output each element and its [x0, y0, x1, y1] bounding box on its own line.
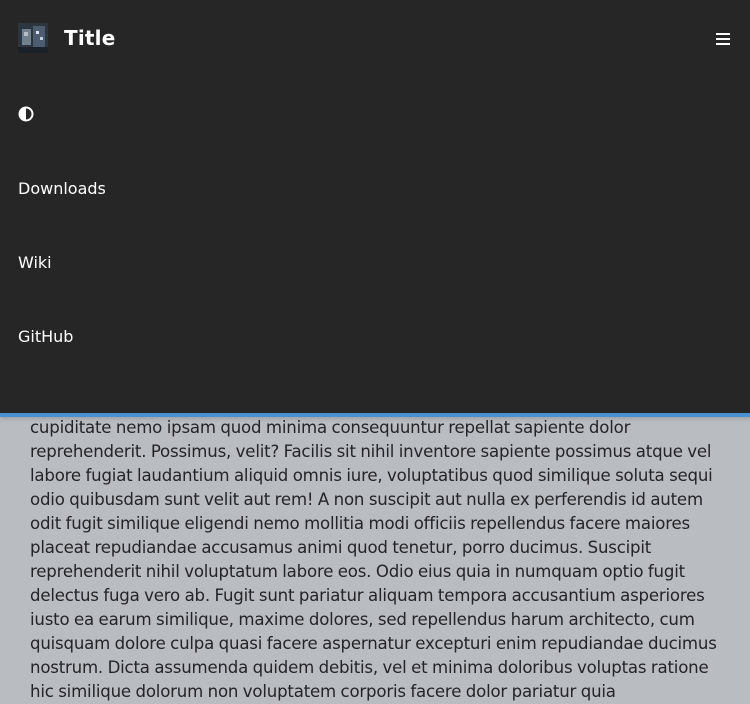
nav-link-downloads[interactable]: Downloads — [18, 179, 106, 198]
brand[interactable]: Title — [18, 23, 115, 53]
body-paragraph: cupiditate nemo ipsam quod minima conseq… — [30, 418, 717, 701]
nav-link-github[interactable]: GitHub — [18, 327, 73, 346]
nav-link-wiki[interactable]: Wiki — [18, 253, 52, 272]
brand-title: Title — [64, 26, 116, 50]
hamburger-menu-icon[interactable] — [716, 33, 730, 45]
app-logo — [18, 23, 48, 53]
navbar: Title Downloads Wiki GitHub — [0, 0, 750, 417]
main-content: cupiditate nemo ipsam quod minima conseq… — [30, 416, 722, 704]
contrast-icon[interactable] — [18, 106, 34, 122]
